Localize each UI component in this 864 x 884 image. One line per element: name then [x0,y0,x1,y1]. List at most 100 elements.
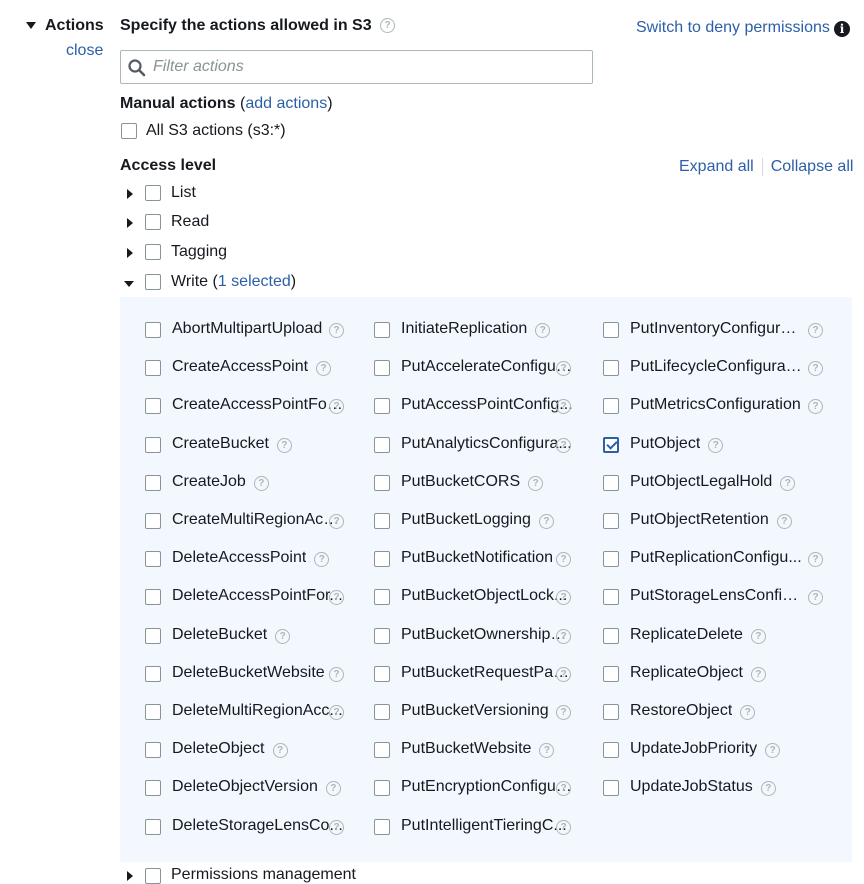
write-action-checkbox[interactable] [374,437,390,453]
expand-read-caret[interactable] [127,218,133,228]
write-action-item[interactable]: DeleteStorageLensCo...? [145,817,365,837]
write-action-checkbox[interactable] [603,551,619,567]
help-icon[interactable]: ? [556,399,571,414]
write-action-item[interactable]: PutObjectRetention? [603,511,823,531]
write-action-item[interactable]: PutIntelligentTieringC...? [374,817,594,837]
help-icon[interactable]: ? [556,361,571,376]
write-action-item[interactable]: PutBucketOwnershipC...? [374,626,594,646]
add-actions-link[interactable]: add actions [245,95,327,112]
write-action-item[interactable]: PutBucketNotification? [374,549,594,569]
help-icon[interactable]: ? [808,399,823,414]
help-icon[interactable]: ? [276,438,292,453]
access-list-checkbox[interactable] [145,185,161,201]
write-action-checkbox[interactable] [145,819,161,835]
write-action-item[interactable]: CreateMultiRegionAcc...? [145,511,365,531]
help-icon[interactable]: ? [760,781,776,796]
help-icon[interactable]: ? [329,323,344,338]
write-action-item[interactable]: UpdateJobStatus? [603,778,823,798]
expand-all-link[interactable]: Expand all [679,158,754,175]
actions-collapse-caret[interactable] [26,22,36,29]
help-icon[interactable]: ? [316,361,332,376]
help-icon[interactable]: ? [253,476,269,491]
write-action-checkbox[interactable] [145,322,161,338]
help-icon[interactable]: ? [708,438,724,453]
write-action-item[interactable]: PutInventoryConfigura...? [603,320,823,340]
write-action-checkbox[interactable] [374,780,390,796]
help-icon[interactable]: ? [556,552,571,567]
help-icon[interactable]: ? [380,18,396,34]
write-action-item[interactable]: DeleteMultiRegionAcc...? [145,702,365,722]
write-action-item[interactable]: RestoreObject? [603,702,823,722]
write-action-checkbox[interactable] [145,589,161,605]
write-action-item[interactable]: CreateAccessPointFor...? [145,396,365,416]
write-action-item[interactable]: PutLifecycleConfigurat...? [603,358,823,378]
write-action-checkbox[interactable] [374,704,390,720]
help-icon[interactable]: ? [556,820,571,835]
help-icon[interactable]: ? [556,781,571,796]
help-icon[interactable]: ? [780,476,796,491]
write-action-checkbox[interactable] [603,437,619,453]
write-selected-link[interactable]: 1 selected [218,273,291,290]
write-action-item[interactable]: PutReplicationConfigu...? [603,549,823,569]
help-icon[interactable]: ? [329,399,344,414]
write-action-checkbox[interactable] [145,551,161,567]
write-action-item[interactable]: PutObject? [603,435,823,455]
help-icon[interactable]: ? [528,476,544,491]
write-action-checkbox[interactable] [145,780,161,796]
access-read-checkbox[interactable] [145,214,161,230]
help-icon[interactable]: ? [535,323,551,338]
help-icon[interactable]: ? [808,590,823,605]
write-action-item[interactable]: PutAccessPointConfig...? [374,396,594,416]
help-icon[interactable]: ? [740,705,756,720]
help-icon[interactable]: ? [538,514,554,529]
write-action-item[interactable]: ReplicateDelete? [603,626,823,646]
write-action-checkbox[interactable] [374,475,390,491]
write-action-item[interactable]: DeleteAccessPointFor...? [145,587,365,607]
write-action-item[interactable]: DeleteBucketWebsite? [145,664,365,684]
write-action-item[interactable]: PutBucketVersioning? [374,702,594,722]
help-icon[interactable]: ? [808,323,823,338]
help-icon[interactable]: ? [325,781,341,796]
write-action-item[interactable]: DeleteAccessPoint? [145,549,365,569]
expand-tagging-caret[interactable] [127,248,133,258]
write-action-checkbox[interactable] [145,666,161,682]
write-action-item[interactable]: DeleteObjectVersion? [145,778,365,798]
write-action-checkbox[interactable] [374,513,390,529]
write-action-checkbox[interactable] [145,398,161,414]
help-icon[interactable]: ? [314,552,330,567]
write-action-checkbox[interactable] [145,513,161,529]
write-action-checkbox[interactable] [374,628,390,644]
help-icon[interactable]: ? [275,629,291,644]
help-icon[interactable]: ? [556,590,571,605]
help-icon[interactable]: ? [556,438,571,453]
filter-actions-field[interactable] [120,50,593,84]
write-action-item[interactable]: CreateJob? [145,473,365,493]
write-action-checkbox[interactable] [374,322,390,338]
expand-list-caret[interactable] [127,189,133,199]
help-icon[interactable]: ? [556,629,571,644]
expand-permissions-caret[interactable] [127,871,133,881]
write-action-checkbox[interactable] [603,704,619,720]
help-icon[interactable]: ? [750,667,766,682]
write-action-checkbox[interactable] [603,589,619,605]
help-icon[interactable]: ? [808,552,823,567]
write-action-checkbox[interactable] [374,360,390,376]
write-action-checkbox[interactable] [603,360,619,376]
write-action-item[interactable]: PutMetricsConfiguration? [603,396,823,416]
write-action-item[interactable]: DeleteBucket? [145,626,365,646]
write-action-checkbox[interactable] [603,398,619,414]
help-icon[interactable]: ? [776,514,792,529]
write-action-checkbox[interactable] [374,742,390,758]
access-write-checkbox[interactable] [145,274,161,290]
help-icon[interactable]: ? [808,361,823,376]
info-icon[interactable]: i [834,21,850,37]
write-action-checkbox[interactable] [374,589,390,605]
all-s3-actions-checkbox[interactable] [121,123,137,139]
write-action-checkbox[interactable] [145,628,161,644]
write-action-item[interactable]: InitiateReplication? [374,320,594,340]
write-action-item[interactable]: PutStorageLensConfig...? [603,587,823,607]
write-action-item[interactable]: PutAccelerateConfigur...? [374,358,594,378]
help-icon[interactable]: ? [329,514,344,529]
help-icon[interactable]: ? [556,705,571,720]
write-action-item[interactable]: CreateAccessPoint? [145,358,365,378]
